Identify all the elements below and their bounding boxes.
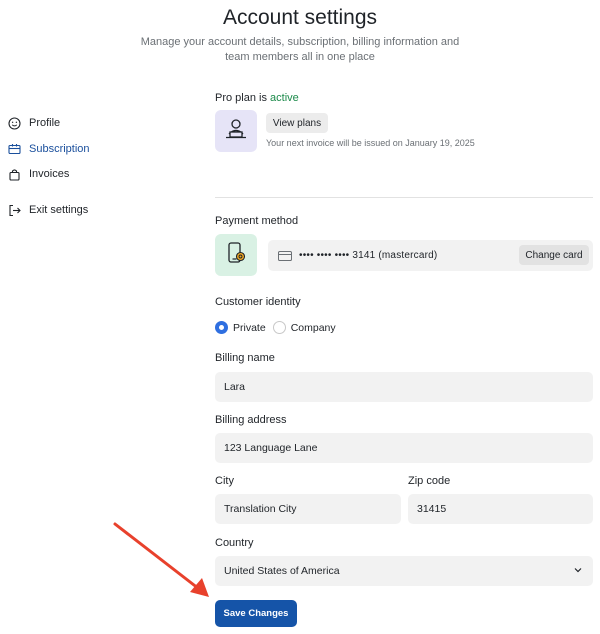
page-subtitle: Manage your account details, subscriptio… <box>140 36 460 63</box>
zip-code-label: Zip code <box>408 475 451 487</box>
plan-status-badge: active <box>270 92 299 104</box>
sidebar-item-subscription[interactable]: Subscription <box>8 139 90 159</box>
radio-company-label: Company <box>290 321 336 334</box>
payment-illustration <box>215 234 257 276</box>
billing-address-label: Billing address <box>215 414 287 426</box>
sidebar-item-label: Invoices <box>29 168 70 180</box>
plan-heading-prefix: Pro plan is <box>215 92 267 104</box>
next-invoice-note: Your next invoice will be issued on Janu… <box>266 138 475 148</box>
radio-company[interactable]: Company <box>272 321 336 334</box>
view-plans-button[interactable]: View plans <box>266 113 328 133</box>
section-divider <box>215 197 593 198</box>
sidebar-item-invoices[interactable]: Invoices <box>8 164 69 184</box>
sidebar-item-label: Profile <box>29 117 61 129</box>
card-number: •••• •••• •••• 3141 (mastercard) <box>299 250 438 261</box>
payment-card-display: •••• •••• •••• 3141 (mastercard) Change … <box>268 240 593 271</box>
exit-icon <box>8 204 21 217</box>
sidebar-item-exit-settings[interactable]: Exit settings <box>8 200 88 220</box>
payment-method-label: Payment method <box>215 215 299 227</box>
customer-identity-label: Customer identity <box>215 296 301 308</box>
billing-address-input[interactable] <box>215 433 593 463</box>
radio-private-control[interactable] <box>215 321 228 334</box>
country-selected-value: United States of America <box>224 565 340 577</box>
sidebar-item-label: Exit settings <box>29 204 89 216</box>
customer-identity-radio-group: Private Company <box>215 321 343 334</box>
phone-coin-icon <box>224 241 248 270</box>
city-input[interactable] <box>215 494 401 524</box>
plan-heading: Pro plan is active <box>215 92 299 104</box>
change-card-button[interactable]: Change card <box>519 245 589 265</box>
chevron-down-icon <box>573 565 583 575</box>
page-title: Account settings <box>222 6 378 29</box>
sidebar-item-profile[interactable]: Profile <box>8 113 60 133</box>
annotation-arrow-icon <box>113 522 209 597</box>
radio-company-control[interactable] <box>272 321 286 334</box>
billing-name-label: Billing name <box>215 352 275 364</box>
subscription-icon <box>8 143 21 156</box>
radio-private[interactable]: Private <box>215 321 266 334</box>
country-select[interactable]: United States of America <box>215 556 593 586</box>
radio-private-label: Private <box>233 321 266 334</box>
person-laptop-icon <box>223 117 249 146</box>
city-label: City <box>215 475 234 487</box>
save-changes-button[interactable]: Save Changes <box>215 600 297 627</box>
billing-name-input[interactable] <box>215 372 593 402</box>
smiley-icon <box>8 116 21 130</box>
country-label: Country <box>215 537 254 549</box>
plan-illustration <box>215 110 257 152</box>
sidebar-item-label: Subscription <box>29 143 90 155</box>
bag-icon <box>8 168 21 181</box>
zip-code-input[interactable] <box>408 494 593 524</box>
credit-card-icon <box>278 250 292 261</box>
